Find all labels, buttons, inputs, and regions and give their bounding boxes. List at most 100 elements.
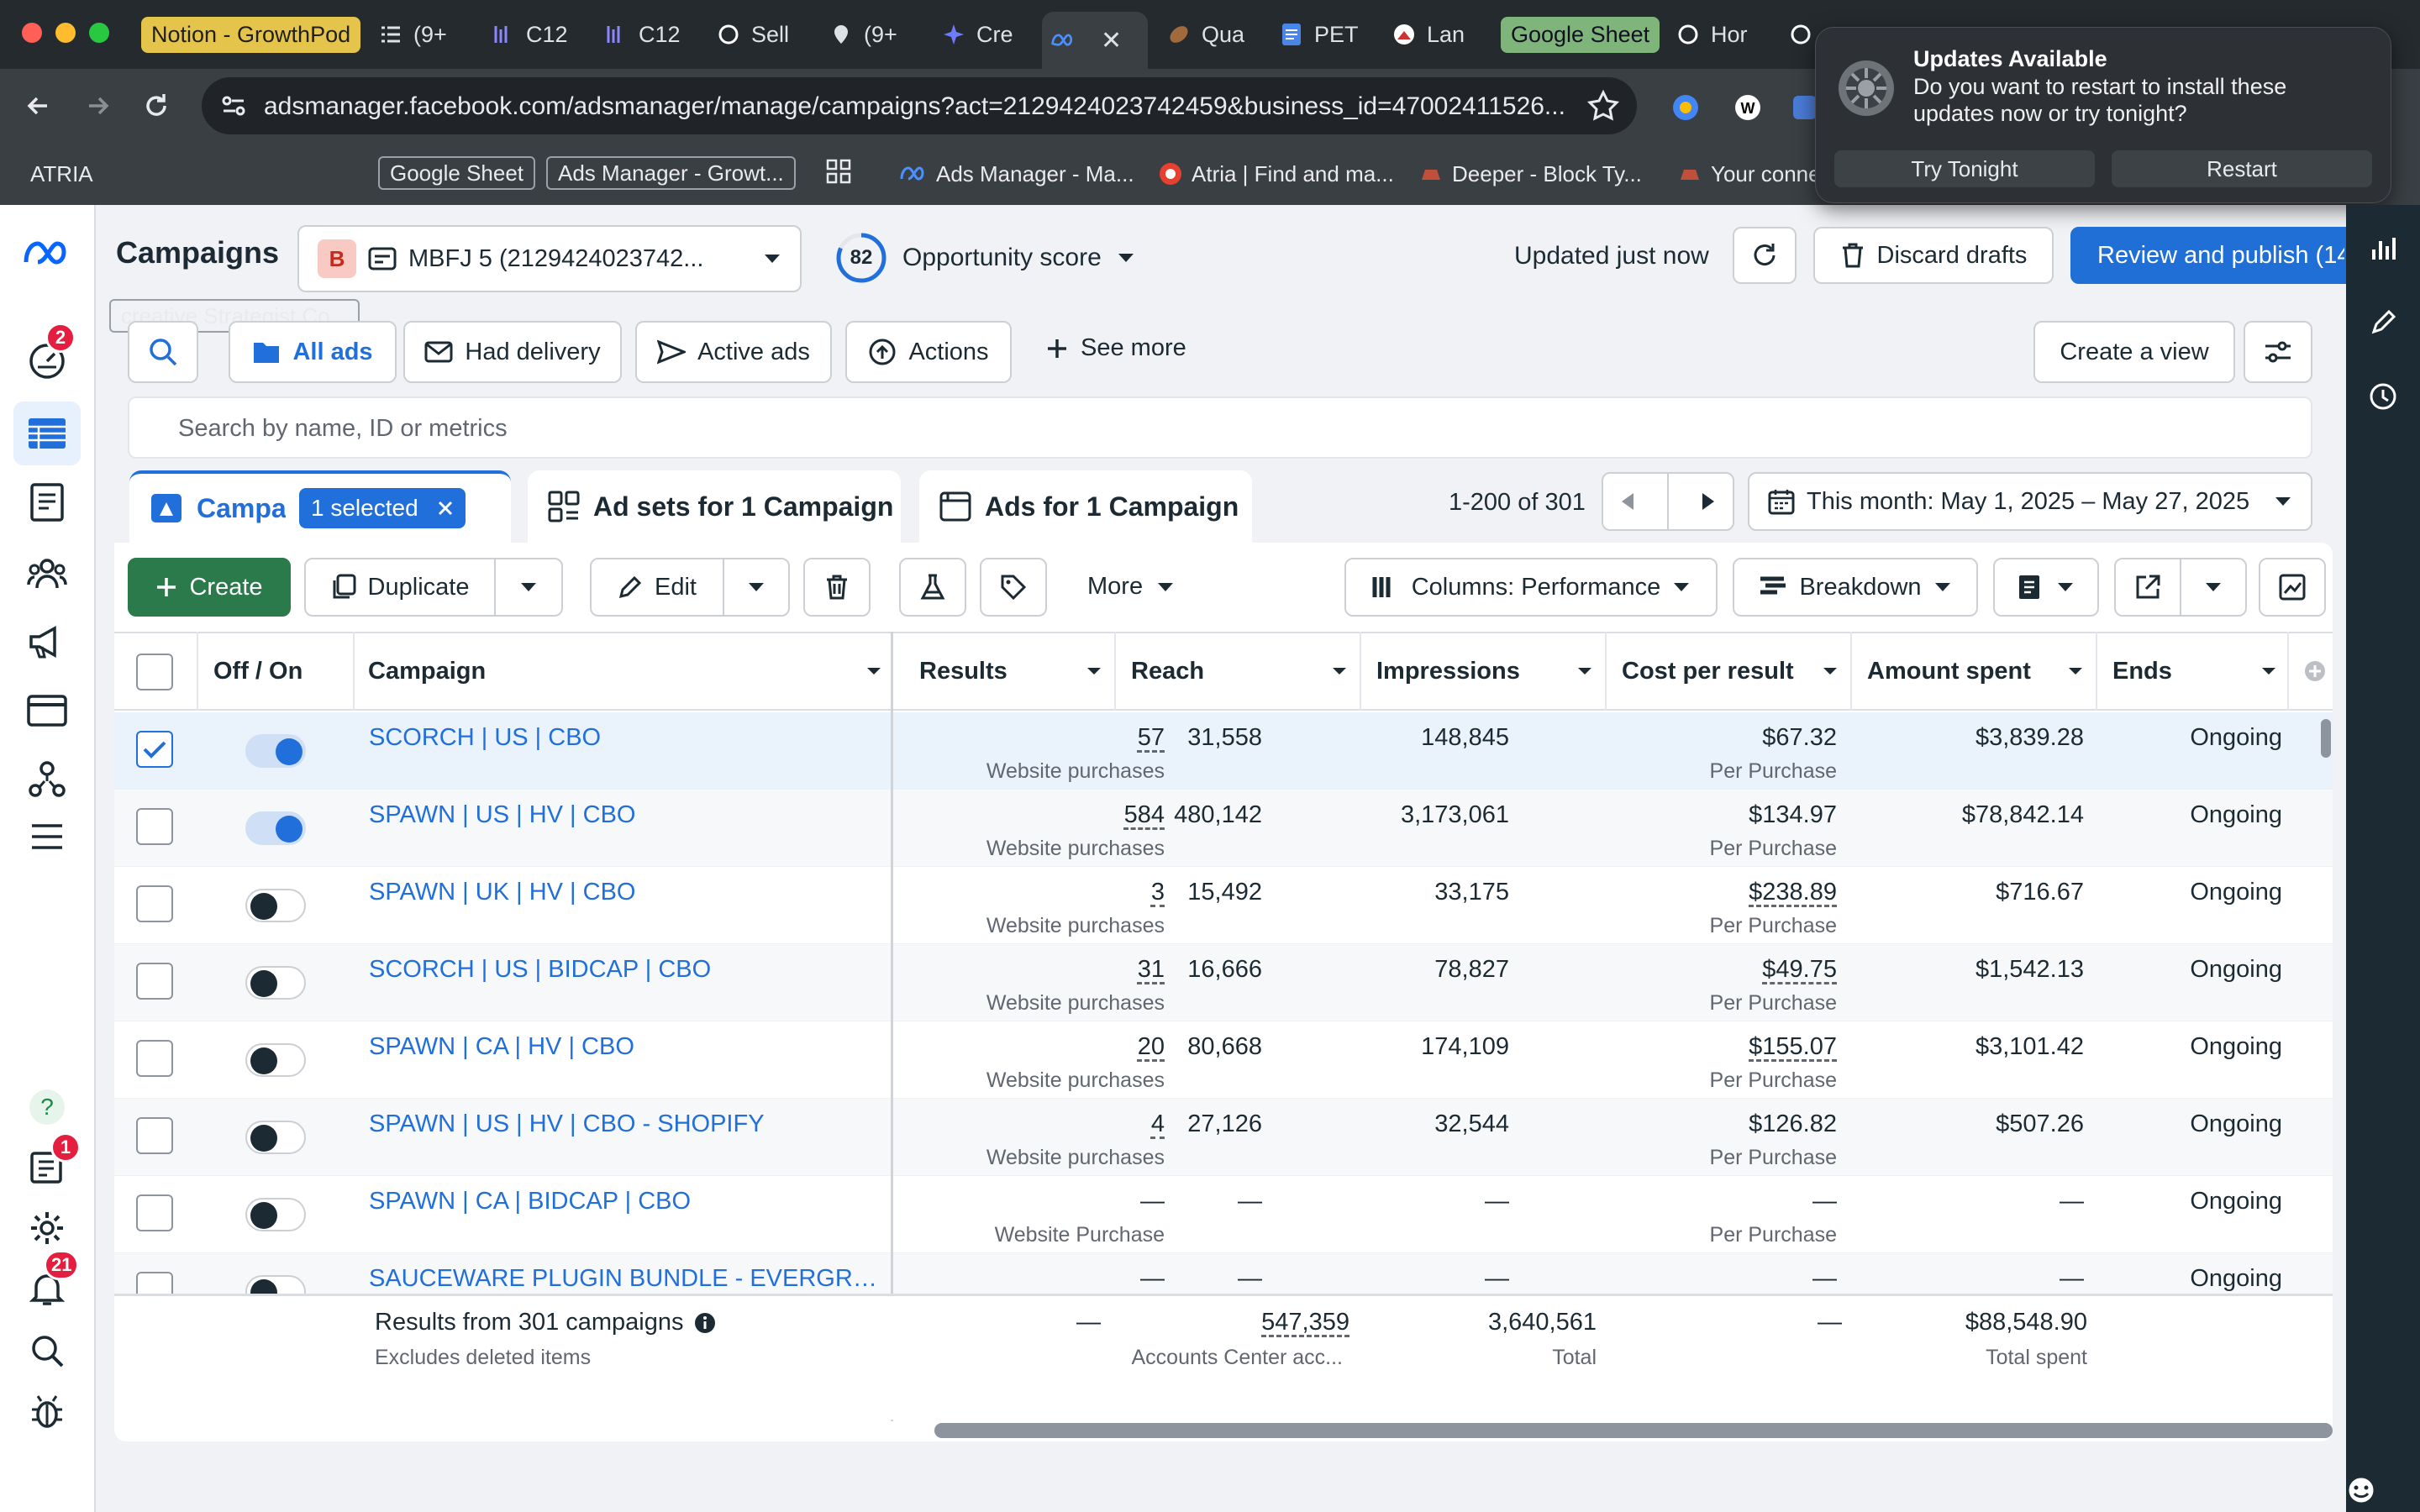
edit-dropdown[interactable] (723, 558, 790, 617)
review-and-publish-button[interactable]: Review and publish (14 (2070, 227, 2346, 284)
extension-chrome-icon[interactable] (1670, 92, 1701, 123)
nav-campaigns[interactable] (13, 402, 81, 465)
feedback-smiley-icon[interactable] (2344, 1473, 2378, 1507)
results-value[interactable]: 20 (1138, 1033, 1165, 1061)
column-header-off-on[interactable]: Off / On (213, 632, 302, 711)
columns-selector[interactable]: Columns: Performance (1344, 558, 1718, 617)
bookmark-ads-manager-growth[interactable]: Ads Manager - Growt... (546, 156, 796, 190)
browser-tab-ads-manager-active[interactable]: ✕ (1042, 12, 1148, 69)
browser-tab-3[interactable]: C12 (482, 13, 583, 55)
export-dropdown[interactable] (2180, 558, 2247, 617)
campaign-name-link[interactable]: SPAWN | UK | HV | CBO (369, 879, 635, 906)
filter-actions[interactable]: Actions (845, 321, 1012, 383)
delete-button[interactable] (803, 558, 871, 617)
browser-tab-14[interactable] (1780, 13, 1817, 55)
discard-drafts-button[interactable]: Discard drafts (1813, 227, 2054, 284)
campaign-name-link[interactable]: SCORCH | US | CBO (369, 724, 601, 752)
close-icon[interactable] (437, 500, 454, 517)
window-minimize-button[interactable] (55, 23, 76, 43)
browser-tab-notion[interactable]: Notion - GrowthPod (133, 13, 369, 55)
browser-tab-6[interactable]: (9+ (820, 13, 921, 55)
row-checkbox[interactable] (136, 1194, 173, 1231)
meta-logo[interactable] (13, 222, 81, 286)
table-row[interactable]: SPAWN | CA | BIDCAP | CBO — Website Purcha… (114, 1176, 2333, 1253)
create-view-button[interactable]: Create a view (2033, 321, 2235, 383)
column-header-reach[interactable]: Reach (1131, 632, 1348, 711)
date-range-picker[interactable]: This month: May 1, 2025 – May 27, 2025 (1748, 472, 2312, 531)
row-checkbox[interactable] (136, 963, 173, 1000)
row-checkbox[interactable] (136, 1040, 173, 1077)
row-checkbox[interactable] (136, 731, 173, 768)
campaign-toggle[interactable] (245, 1198, 306, 1231)
bookmark-atria[interactable]: ATRIA (30, 156, 93, 192)
create-button[interactable]: Create (128, 558, 291, 617)
search-button[interactable] (128, 321, 198, 383)
campaign-name-link[interactable]: SPAWN | US | HV | CBO (369, 801, 635, 829)
nav-all-tools[interactable] (13, 805, 81, 869)
tab-ad-sets[interactable]: Ad sets for 1 Campaign (528, 470, 901, 543)
edit-button[interactable]: Edit (590, 558, 724, 617)
pencil-icon[interactable] (2365, 304, 2402, 341)
filter-active-ads[interactable]: Active ads (635, 321, 832, 383)
select-all-checkbox[interactable] (136, 654, 173, 690)
campaign-toggle[interactable] (245, 734, 306, 768)
browser-tab-7[interactable]: Cre (933, 13, 1037, 55)
clock-icon[interactable] (2365, 378, 2402, 415)
campaign-name-link[interactable]: SAUCEWARE PLUGIN BUNDLE - EVERGREE... (369, 1265, 881, 1293)
nav-audiences[interactable] (13, 541, 81, 605)
filter-all-ads[interactable]: All ads (229, 321, 397, 383)
bookmark-ads-manager-ma[interactable]: Ads Manager - Ma... (899, 156, 1134, 192)
nav-advertising[interactable] (13, 610, 81, 674)
bookmark-star-icon[interactable] (1586, 89, 1620, 123)
refresh-button[interactable] (1733, 227, 1797, 284)
table-row[interactable]: SCORCH | US | CBO 57 Website purchases 31,5… (114, 712, 2333, 790)
column-header-ends[interactable]: Ends (2112, 632, 2277, 711)
bookmark-atria-find[interactable]: Atria | Find and ma... (1158, 156, 1394, 192)
bookmark-deeper[interactable]: Deeper - Block Ty... (1418, 156, 1642, 192)
browser-tab-9[interactable]: Qua (1158, 13, 1259, 55)
browser-tab-10[interactable]: PET (1270, 13, 1371, 55)
campaign-toggle[interactable] (245, 811, 306, 845)
tags-button[interactable] (980, 558, 1047, 617)
restart-button[interactable]: Restart (2112, 150, 2372, 187)
browser-tab-2[interactable]: (9+ (370, 13, 471, 55)
nav-report-bug[interactable] (13, 1379, 81, 1443)
campaign-toggle[interactable] (245, 1121, 306, 1154)
export-button[interactable] (2114, 558, 2181, 617)
see-more-button[interactable]: See more (1045, 334, 1186, 362)
forward-arrow-icon[interactable] (81, 89, 114, 123)
extension-w-icon[interactable]: W (1733, 92, 1763, 123)
tab-campaigns[interactable]: Campai 1 selected (129, 470, 511, 543)
charts-button[interactable] (2259, 558, 2326, 617)
nav-search[interactable] (13, 1319, 81, 1383)
bar-chart-icon[interactable] (2365, 230, 2402, 267)
campaign-toggle[interactable] (245, 889, 306, 922)
nav-reports[interactable] (13, 470, 81, 534)
table-row[interactable]: SPAWN | US | HV | CBO 584 Website purchase… (114, 790, 2333, 867)
duplicate-dropdown[interactable] (494, 558, 563, 617)
tab-ads[interactable]: Ads for 1 Campaign (919, 470, 1252, 543)
table-row[interactable]: SPAWN | US | HV | CBO - SHOPIFY 4 Website … (114, 1099, 2333, 1176)
add-column-icon[interactable] (2304, 660, 2326, 682)
column-header-campaign[interactable]: Campaign (368, 632, 882, 711)
apps-grid-icon[interactable] (825, 158, 852, 185)
column-header-cost-per-result[interactable]: Cost per result (1622, 632, 1839, 711)
results-value[interactable]: 3 (1151, 879, 1165, 906)
browser-tab-5[interactable]: Sell (708, 13, 808, 55)
bookmark-google-sheet[interactable]: Google Sheet (378, 156, 536, 190)
row-checkbox[interactable] (136, 885, 173, 922)
tab-close-icon[interactable]: ✕ (1101, 26, 1122, 55)
nav-notifications[interactable]: 21 (13, 1250, 81, 1320)
next-page-icon[interactable] (1699, 491, 1718, 512)
reports-dropdown[interactable] (1993, 558, 2099, 617)
row-checkbox[interactable] (136, 808, 173, 845)
ad-account-selector[interactable]: B MBFJ 5 (2129424023742... (297, 225, 802, 292)
bookmark-your-conne[interactable]: Your conne (1677, 156, 1821, 192)
breakdown-selector[interactable]: Breakdown (1733, 558, 1978, 617)
site-settings-icon[interactable] (218, 91, 249, 121)
table-row[interactable]: SPAWN | UK | HV | CBO 3 Website purchases 1… (114, 867, 2333, 944)
results-value[interactable]: 57 (1138, 724, 1165, 752)
results-value[interactable]: 31 (1138, 956, 1165, 984)
opportunity-score[interactable]: 82 Opportunity score (835, 232, 1135, 284)
ab-test-button[interactable] (899, 558, 966, 617)
